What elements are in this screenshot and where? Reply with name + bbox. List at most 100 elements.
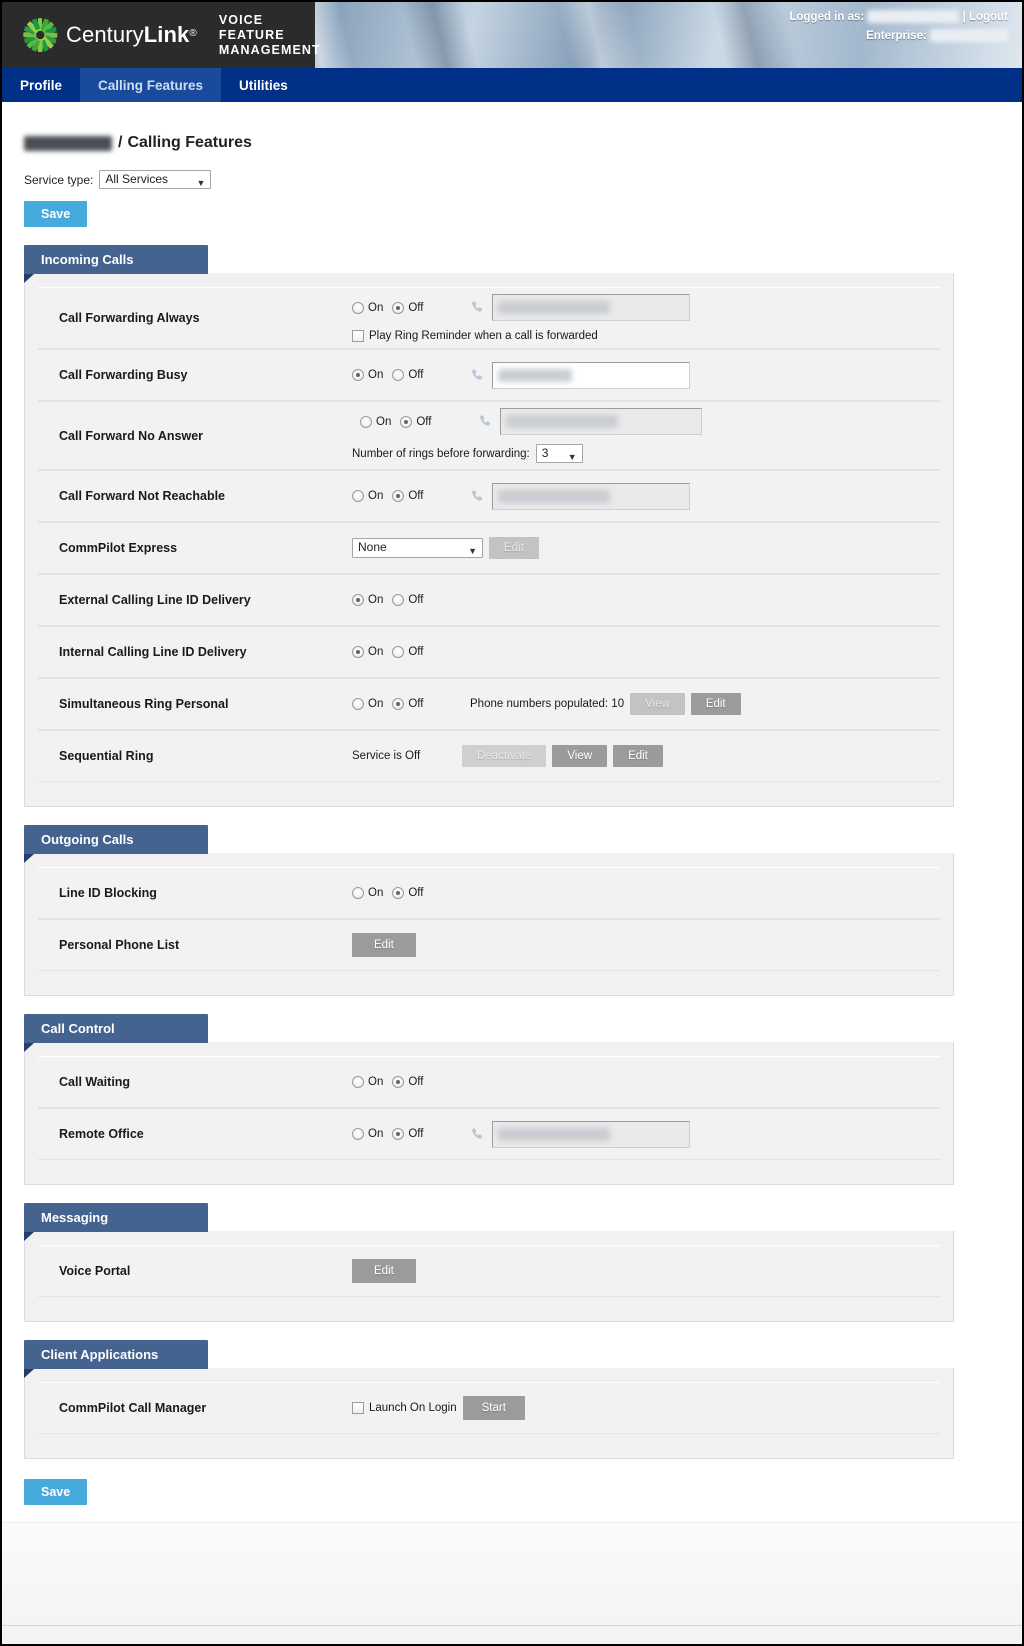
nav-item-label: Profile bbox=[20, 77, 63, 93]
radio-group-call-forwarding-busy: On Off bbox=[352, 369, 456, 381]
save-button-bottom[interactable]: Save bbox=[24, 1479, 88, 1505]
radio-label: On bbox=[376, 415, 392, 428]
feature-controls-call-forward-no-answer: On Off Number of rings before forwarding: 3… bbox=[352, 408, 940, 463]
edit-button-voice-portal[interactable]: Edit bbox=[352, 1259, 416, 1283]
checkbox-commpilot-call-manager-launch-on-login[interactable]: Launch On Login bbox=[352, 1402, 457, 1414]
save-button-top[interactable]: Save bbox=[24, 201, 88, 227]
section-bottom-strip bbox=[38, 1297, 940, 1311]
feature-row-call-forward-no-answer: Call Forward No Answer On Off Number of rin… bbox=[38, 401, 940, 470]
section-body: CommPilot Call Manager Launch On Login Sta… bbox=[24, 1368, 954, 1459]
nav-item-profile[interactable]: Profile bbox=[2, 68, 80, 102]
radio-simultaneous-ring-personal-on[interactable]: On bbox=[352, 698, 383, 710]
feature-controls-voice-portal: Edit bbox=[352, 1259, 940, 1283]
chevron-down-icon: ▼ bbox=[468, 546, 477, 556]
radio-label: On bbox=[368, 646, 384, 658]
radio-call-forward-no-answer-off[interactable]: Off bbox=[400, 415, 431, 428]
logged-in-username-redacted bbox=[867, 10, 960, 24]
edit-button-personal-phone-list[interactable]: Edit bbox=[352, 933, 416, 957]
feature-label-call-forward-no-answer: Call Forward No Answer bbox=[59, 428, 204, 443]
breadcrumb-separator: / bbox=[118, 134, 123, 151]
phone-input-value-redacted bbox=[498, 301, 610, 314]
app-title: VOICE FEATURE MANAGEMENT bbox=[218, 12, 321, 57]
rings-select[interactable]: 3 ▼ bbox=[535, 444, 583, 463]
commpilot-express-select[interactable]: None ▼ bbox=[352, 538, 483, 558]
radio-call-waiting-off[interactable]: Off bbox=[392, 1076, 423, 1088]
phone-input-value-redacted bbox=[498, 1127, 610, 1141]
radio-call-forward-not-reachable-on[interactable]: On bbox=[352, 490, 383, 502]
radio-icon bbox=[352, 887, 364, 899]
phone-input-remote-office[interactable] bbox=[492, 1120, 690, 1148]
radio-label: Off bbox=[408, 646, 424, 658]
radio-internal-calling-line-id-delivery-off[interactable]: Off bbox=[392, 646, 423, 658]
phone-input-call-forwarding-busy[interactable] bbox=[492, 361, 690, 389]
radio-icon bbox=[392, 369, 405, 381]
logout-link[interactable]: | Logout bbox=[963, 11, 1008, 23]
control-line: On Off bbox=[352, 482, 940, 510]
radio-line-id-blocking-on[interactable]: On bbox=[352, 887, 383, 899]
radio-line-id-blocking-off[interactable]: Off bbox=[392, 887, 423, 899]
start-button-commpilot-call-manager[interactable]: Start bbox=[462, 1396, 525, 1420]
checkbox-call-forwarding-always-ring-reminder[interactable]: Play Ring Reminder when a call is forwar… bbox=[352, 330, 940, 342]
service-type-label: Service type: bbox=[24, 172, 94, 187]
edit-button-simultaneous-ring-personal[interactable]: Edit bbox=[690, 693, 741, 715]
service-type-select[interactable]: All Services ▼ bbox=[99, 170, 212, 189]
radio-internal-calling-line-id-delivery-on[interactable]: On bbox=[352, 646, 383, 658]
radio-group-call-forward-no-answer: On Off bbox=[360, 415, 464, 428]
section-title: Outgoing Calls bbox=[41, 832, 134, 847]
radio-label: On bbox=[368, 594, 384, 606]
feature-label-commpilot-express: CommPilot Express bbox=[59, 541, 178, 555]
section-header-client-applications: Client Applications bbox=[24, 1340, 208, 1378]
radio-icon bbox=[360, 415, 372, 428]
enterprise-value-redacted bbox=[930, 29, 1008, 43]
phone-input-call-forwarding-always[interactable] bbox=[492, 294, 690, 321]
brand-name-bold: Link bbox=[143, 22, 190, 47]
radio-call-forward-not-reachable-off[interactable]: Off bbox=[392, 490, 423, 502]
radio-call-forwarding-busy-off[interactable]: Off bbox=[392, 369, 423, 381]
radio-remote-office-off[interactable]: Off bbox=[392, 1128, 423, 1140]
radio-call-forwarding-busy-on[interactable]: On bbox=[352, 369, 383, 381]
footer-divider bbox=[2, 1625, 1022, 1626]
feature-row-commpilot-express: CommPilot Express None ▼ Edit bbox=[38, 522, 940, 574]
feature-label-internal-calling-line-id-delivery: Internal Calling Line ID Delivery bbox=[59, 645, 247, 659]
radio-call-waiting-on[interactable]: On bbox=[352, 1076, 383, 1088]
view-button-simultaneous-ring-personal[interactable]: View bbox=[630, 693, 685, 715]
feature-row-internal-calling-line-id-delivery: Internal Calling Line ID Delivery On Off bbox=[38, 626, 940, 678]
radio-call-forwarding-always-off[interactable]: Off bbox=[392, 301, 423, 314]
phone-input-call-forward-no-answer[interactable] bbox=[500, 408, 702, 435]
control-line: Edit bbox=[352, 933, 940, 957]
phone-input-value-redacted bbox=[498, 489, 610, 503]
edit-button-commpilot-express[interactable]: Edit bbox=[489, 537, 539, 559]
checkbox-icon bbox=[352, 330, 364, 342]
radio-external-calling-line-id-delivery-on[interactable]: On bbox=[352, 594, 383, 606]
view-button-sequential-ring[interactable]: View bbox=[552, 745, 608, 767]
feature-row-call-forwarding-busy: Call Forwarding Busy On Off bbox=[38, 349, 940, 401]
feature-row-simultaneous-ring-personal: Simultaneous Ring Personal On Off Phone num… bbox=[38, 678, 940, 730]
radio-external-calling-line-id-delivery-off[interactable]: Off bbox=[392, 594, 423, 606]
nav-item-calling-features[interactable]: Calling Features bbox=[80, 68, 222, 102]
feature-label-voice-portal: Voice Portal bbox=[59, 1264, 131, 1278]
deactivate-button-sequential-ring[interactable]: Deactivate bbox=[462, 745, 547, 767]
radio-group-internal-calling-line-id-delivery: On Off bbox=[352, 646, 456, 658]
phone-icon bbox=[470, 368, 485, 383]
section-body: Call Waiting On Off Remote Office On Off bbox=[24, 1042, 954, 1185]
radio-icon bbox=[400, 415, 413, 428]
logged-in-line: Logged in as: | Logout bbox=[789, 8, 1008, 27]
feature-controls-sequential-ring: Service is Off Deactivate View Edit bbox=[352, 745, 940, 767]
radio-group-simultaneous-ring-personal: On Off bbox=[352, 698, 456, 710]
edit-button-sequential-ring[interactable]: Edit bbox=[613, 745, 663, 767]
feature-row-line-id-blocking: Line ID Blocking On Off bbox=[38, 867, 940, 919]
radio-call-forwarding-always-on[interactable]: On bbox=[352, 301, 383, 314]
section-title: Messaging bbox=[41, 1210, 109, 1225]
section-outgoing-calls: Outgoing Calls Line ID Blocking On Off Perso… bbox=[24, 825, 954, 996]
rings-line: Number of rings before forwarding: 3 ▼ bbox=[352, 444, 940, 463]
nav-item-utilities[interactable]: Utilities bbox=[221, 68, 306, 102]
radio-remote-office-on[interactable]: On bbox=[352, 1128, 383, 1140]
radio-simultaneous-ring-personal-off[interactable]: Off bbox=[392, 698, 423, 710]
phone-numbers-populated-text: Phone numbers populated: 10 bbox=[470, 698, 625, 710]
radio-call-forward-no-answer-on[interactable]: On bbox=[360, 415, 392, 428]
section-header-outgoing-calls: Outgoing Calls bbox=[24, 825, 208, 863]
phone-input-call-forward-not-reachable[interactable] bbox=[492, 482, 690, 510]
main-navigation: Profile Calling Features Utilities bbox=[2, 68, 1022, 102]
centurylink-logo-icon bbox=[23, 18, 57, 52]
feature-label-simultaneous-ring-personal: Simultaneous Ring Personal bbox=[59, 697, 229, 711]
